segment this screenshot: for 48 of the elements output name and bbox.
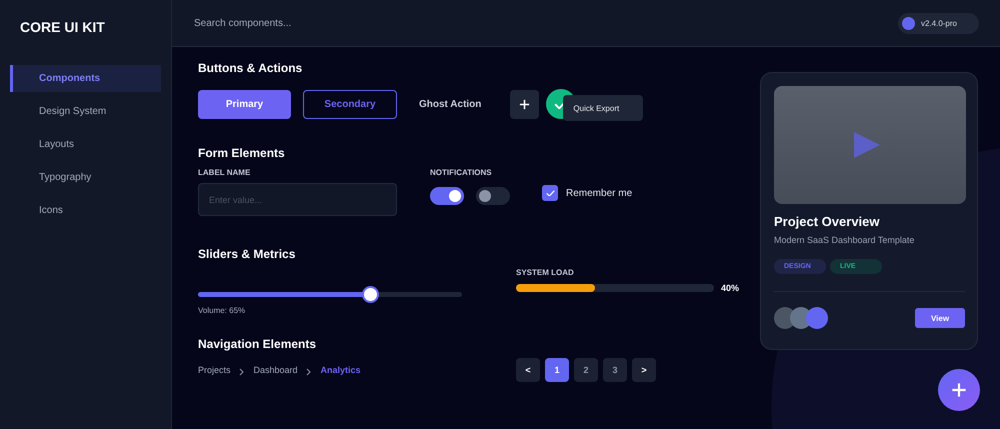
sidebar-item[interactable]: Design System [10,98,161,125]
breadcrumb-link[interactable]: Projects [198,365,231,375]
sidebar-item[interactable]: Icons [10,197,161,224]
toggle-switch[interactable] [476,187,510,205]
view-button[interactable]: View [915,308,965,328]
ghost-button[interactable]: Ghost Action [417,90,484,118]
field-label: NOTIFICATIONS [430,168,493,177]
section-title: Navigation Elements [198,337,318,353]
slider[interactable] [198,286,462,303]
section-title: Sliders & Metrics [198,247,296,263]
add-button[interactable] [938,369,980,411]
checkbox[interactable] [542,185,558,201]
page-button[interactable]: 1 [545,358,569,382]
meter-label: SYSTEM LOAD [516,268,575,277]
page-button[interactable]: 2 [574,358,598,382]
previous-page-button[interactable]: < [516,358,540,382]
slider-handle[interactable] [362,286,379,303]
logo: CORE UI KIT [20,19,106,35]
card-subtitle: Modern SaaS Dashboard Template [774,235,916,245]
next-page-button[interactable]: > [632,358,656,382]
checkbox-label: Remember me [566,188,632,198]
field-label: LABEL NAME [198,168,252,177]
section-title: Buttons & Actions [198,61,304,77]
breadcrumb-link[interactable]: Dashboard [254,365,298,375]
card-title: Project Overview [774,214,880,229]
sidebar-item[interactable]: Layouts [10,131,161,158]
sidebar-item[interactable]: Components [10,65,161,92]
chevron-right-icon [306,368,311,376]
version-text: v2.4.0-pro [920,18,957,28]
section-title: Form Elements [198,146,286,162]
check-icon [546,190,554,196]
progress-reading: 40% [721,283,740,293]
search-field[interactable]: Search components... [192,16,442,30]
secondary-button[interactable]: Secondary [303,90,397,118]
tooltip: Quick Export [563,95,644,121]
plus-icon [951,382,967,398]
slider-caption: Volume: 65% [198,306,246,315]
toggle-switch[interactable] [430,187,464,205]
sidebar-item[interactable]: Typography [10,164,161,191]
status-dot-icon [902,16,915,30]
input-field[interactable]: Enter value... [198,183,397,216]
breadcrumb-link[interactable]: Analytics [320,365,361,375]
video-thumbnail[interactable] [774,86,966,204]
add-button[interactable] [510,90,540,118]
primary-button[interactable]: Primary [198,90,291,118]
plus-icon [519,98,530,110]
page-button[interactable]: 3 [603,358,627,382]
chevron-right-icon [238,368,244,376]
